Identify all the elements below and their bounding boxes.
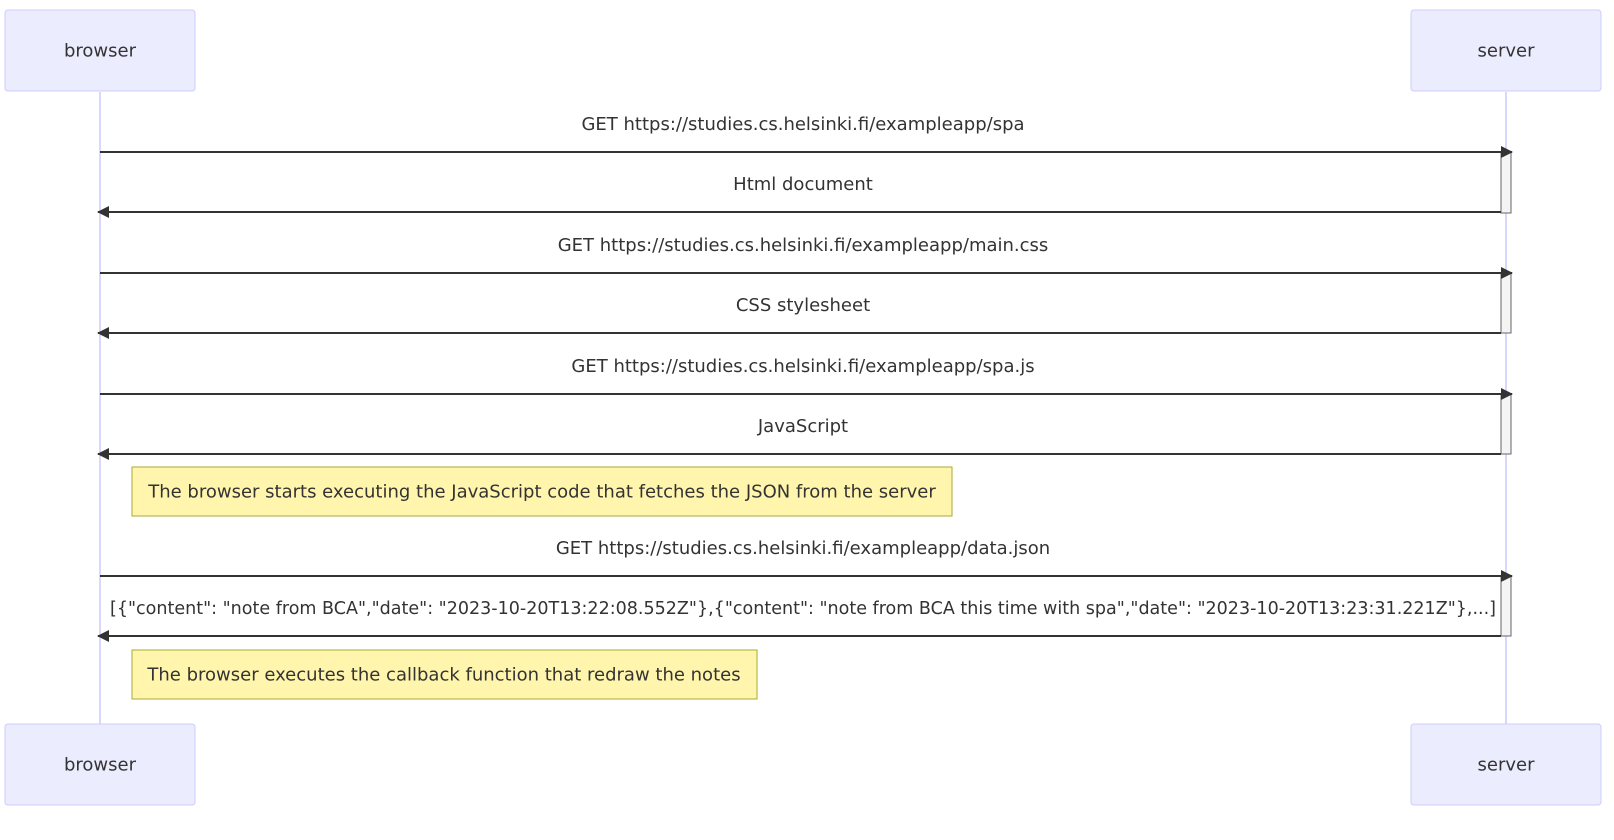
actor-browser-label: browser [64, 755, 137, 776]
message-label: [{"content": "note from BCA","date": "20… [110, 598, 1496, 619]
note-2: The browser executes the callback functi… [131, 649, 758, 700]
server-activation-1 [1500, 152, 1512, 214]
message-label: Html document [733, 174, 873, 195]
server-activation-2 [1500, 272, 1512, 334]
actor-server-label: server [1478, 755, 1536, 776]
actor-browser-bottom: browser [4, 723, 196, 806]
actor-server-bottom: server [1410, 723, 1602, 806]
message-6: JavaScript [97, 416, 1501, 460]
server-activation-3 [1500, 393, 1512, 455]
actor-server-label: server [1478, 41, 1536, 62]
message-label: GET https://studies.cs.helsinki.fi/examp… [581, 114, 1024, 135]
message-label: GET https://studies.cs.helsinki.fi/examp… [556, 538, 1050, 559]
message-5: GET https://studies.cs.helsinki.fi/examp… [100, 356, 1513, 400]
actor-browser-top: browser [4, 9, 196, 92]
message-7: GET https://studies.cs.helsinki.fi/examp… [100, 538, 1513, 582]
message-label: JavaScript [757, 416, 848, 437]
note-1: The browser starts executing the JavaScr… [131, 466, 953, 517]
message-4: CSS stylesheet [97, 295, 1501, 339]
message-label: GET https://studies.cs.helsinki.fi/examp… [571, 356, 1034, 377]
message-1: GET https://studies.cs.helsinki.fi/examp… [100, 114, 1513, 158]
message-label: GET https://studies.cs.helsinki.fi/examp… [558, 235, 1049, 256]
note-text: The browser starts executing the JavaScr… [147, 482, 936, 503]
message-label: CSS stylesheet [736, 295, 870, 316]
message-2: Html document [97, 174, 1501, 218]
note-text: The browser executes the callback functi… [146, 665, 740, 686]
server-activation-4 [1500, 575, 1512, 637]
actor-server-top: server [1410, 9, 1602, 92]
sequence-diagram: browser server GET https://studies.cs.he… [4, 9, 1602, 806]
message-3: GET https://studies.cs.helsinki.fi/examp… [100, 235, 1513, 279]
actor-browser-label: browser [64, 41, 137, 62]
message-8: [{"content": "note from BCA","date": "20… [97, 598, 1501, 642]
